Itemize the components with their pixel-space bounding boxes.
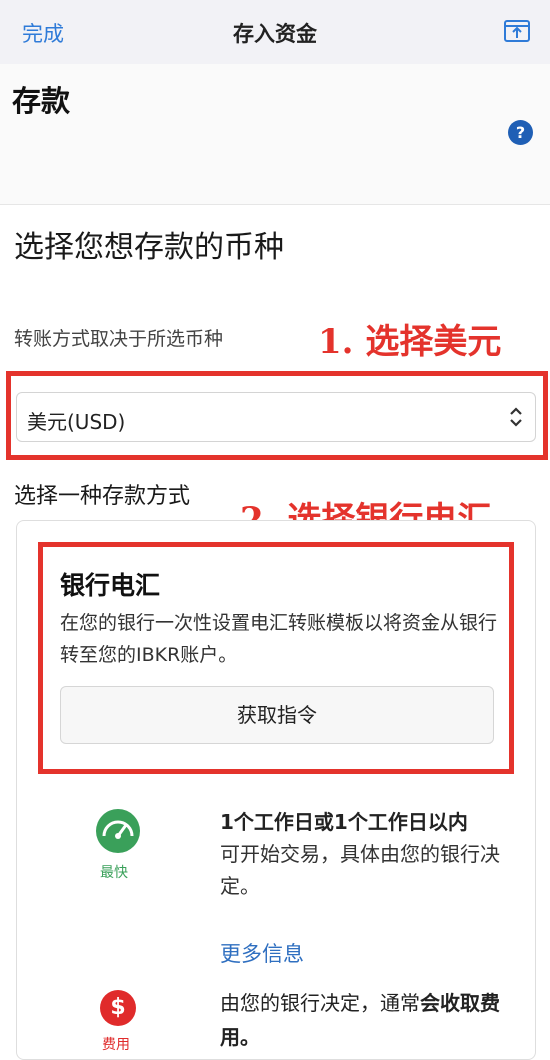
fee-label: 费用 bbox=[102, 1037, 130, 1053]
page-title: 存款 bbox=[12, 84, 71, 118]
help-icon[interactable]: ? bbox=[508, 120, 533, 145]
currency-section-title: 选择您想存款的币种 bbox=[14, 230, 284, 265]
nav-title: 存入资金 bbox=[233, 22, 317, 46]
more-info-link[interactable]: 更多信息 bbox=[220, 938, 304, 968]
annotation-step-1: 1. 选择美元 bbox=[318, 322, 502, 362]
nav-bar: 完成 存入资金 bbox=[0, 0, 550, 65]
page-header-section: 存款 bbox=[0, 64, 550, 205]
speed-label: 最快 bbox=[100, 865, 128, 881]
dollar-icon: $ bbox=[100, 990, 136, 1026]
annotation-highlight-currency bbox=[6, 371, 548, 460]
speedometer-icon bbox=[96, 809, 140, 853]
fee-description-text: 由您的银行决定，通常 bbox=[220, 991, 420, 1015]
speed-headline: 1个工作日或1个工作日以内 bbox=[220, 810, 468, 834]
fee-description: 由您的银行决定，通常会收取费用。 bbox=[220, 986, 510, 1054]
annotation-highlight-wire bbox=[38, 542, 514, 774]
speed-description: 可开始交易，具体由您的银行决定。 bbox=[220, 842, 500, 898]
method-section-title: 选择一种存款方式 bbox=[14, 484, 191, 509]
currency-hint: 转账方式取决于所选币种 bbox=[14, 328, 224, 350]
share-icon[interactable] bbox=[502, 16, 532, 46]
